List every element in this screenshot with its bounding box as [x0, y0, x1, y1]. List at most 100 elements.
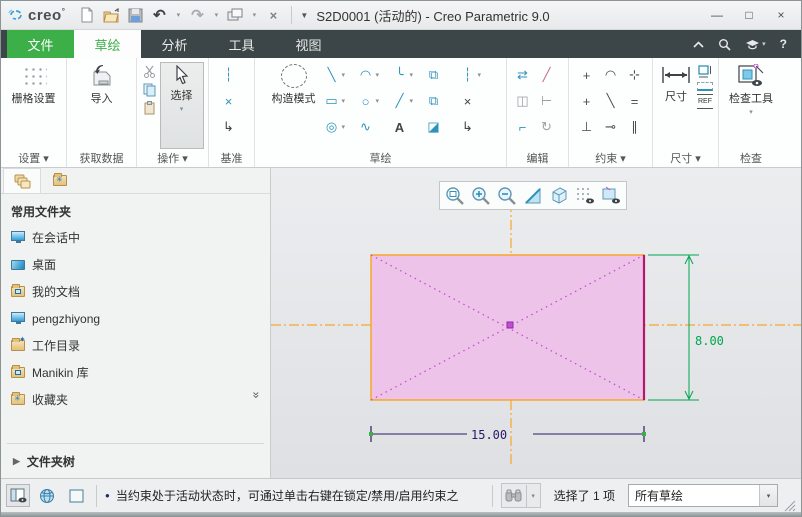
symmetric-constraint[interactable]: ⊸ [599, 119, 623, 135]
line-chain-tool[interactable]: ╲ ▾ [323, 64, 353, 86]
tab-file[interactable]: 文件 [7, 30, 74, 58]
cut-button[interactable] [142, 64, 158, 79]
refit-button[interactable] [443, 184, 467, 207]
full-screen-toggle-button[interactable] [64, 484, 88, 507]
grid-settings-button[interactable]: 栅格设置 [9, 62, 59, 149]
tangent-constraint[interactable]: ◠ [599, 67, 623, 83]
group-label-constrain[interactable]: 约束 ▾ [569, 150, 652, 166]
close-button[interactable]: × [767, 5, 795, 25]
graphics-area[interactable]: 8.00 15.00 [271, 168, 801, 478]
divide-tool[interactable]: ⊢ [538, 93, 556, 109]
show-more-chevron[interactable]: » [250, 392, 264, 399]
sketch-display-button[interactable] [599, 184, 623, 207]
inspect-dropdown[interactable]: ▾ [749, 108, 753, 116]
nav-item-my-documents[interactable]: 我的文档 [1, 278, 270, 305]
import-button[interactable]: 导入 [86, 62, 118, 149]
tab-view[interactable]: 视图 [275, 30, 342, 58]
redo-dropdown[interactable]: ▾ [211, 5, 221, 25]
mirror-tool[interactable]: ◫ [514, 93, 532, 109]
thicken-tool[interactable]: ⧉ [425, 90, 455, 112]
display-style-button[interactable] [547, 184, 571, 207]
nav-item-favorites[interactable]: ✳ 收藏夹 [1, 386, 270, 413]
nav-item-in-session[interactable]: 在会话中 [1, 224, 270, 251]
grid-display-button[interactable] [573, 184, 597, 207]
spline-tool[interactable]: ∿ [357, 116, 387, 138]
navigator-toggle-button[interactable] [6, 484, 30, 507]
zoom-in-button[interactable] [469, 184, 493, 207]
new-file-button[interactable] [77, 5, 97, 25]
find-button[interactable] [502, 484, 526, 507]
arc-tool[interactable]: ◠ ▾ [357, 64, 387, 86]
center-point-marker[interactable] [506, 321, 514, 329]
centerline-sketch-tool[interactable]: ┆ ▾ [459, 64, 489, 86]
midpoint-constraint[interactable]: ⊹ [623, 67, 647, 83]
learning-dropdown[interactable]: ▾ [762, 40, 766, 48]
nav-item-manikin-library[interactable]: Manikin 库 [1, 359, 270, 386]
find-dropdown[interactable]: ▾ [525, 484, 540, 507]
inspect-tools-button[interactable]: 检查工具 ▾ [726, 62, 776, 149]
tab-folder-browser[interactable] [3, 168, 41, 193]
save-button[interactable] [125, 5, 145, 25]
undo-button[interactable]: ↶ [149, 5, 169, 25]
repaint-button[interactable] [521, 184, 545, 207]
select-dropdown[interactable]: ▾ [180, 105, 184, 113]
delete-segment-tool[interactable]: ╱ [538, 67, 556, 83]
group-label-settings[interactable]: 设置 ▾ [1, 150, 66, 166]
sketch-drawing[interactable]: 8.00 15.00 [271, 168, 801, 478]
height-dimension[interactable]: 8.00 [648, 254, 724, 401]
help-button[interactable]: ? [780, 37, 787, 51]
undo-dropdown[interactable]: ▾ [173, 5, 183, 25]
open-file-button[interactable] [101, 5, 121, 25]
perimeter-dimension-tool[interactable] [697, 82, 713, 91]
select-button[interactable]: 选择 ▾ [159, 62, 204, 149]
window-switch-dropdown[interactable]: ▾ [249, 5, 259, 25]
baseline-dimension-tool[interactable]: REF [697, 94, 713, 109]
perpendicular-constraint[interactable]: ⊥ [575, 119, 599, 135]
point-tool[interactable]: × [220, 94, 238, 109]
paste-button[interactable] [142, 100, 158, 115]
selection-filter-combobox[interactable]: 所有草绘 ▾ [628, 484, 778, 507]
group-label-operations[interactable]: 操作 ▾ [137, 150, 208, 166]
equal-constraint[interactable]: = [623, 94, 647, 109]
maximize-button[interactable]: □ [735, 5, 763, 25]
point-sketch-tool[interactable]: × [459, 90, 489, 112]
corner-tool[interactable]: ⌐ [514, 120, 532, 135]
rectangle-tool[interactable]: ▭ ▾ [323, 90, 353, 112]
group-label-dimension[interactable]: 尺寸 ▾ [653, 150, 718, 166]
vertical-constraint[interactable]: + [575, 68, 599, 83]
window-switch-button[interactable] [225, 5, 245, 25]
cs-sketch-tool[interactable]: ↳ [459, 116, 489, 138]
width-dimension[interactable]: 15.00 [369, 426, 646, 442]
zoom-out-button[interactable] [495, 184, 519, 207]
centerline-tool[interactable]: ┆ [220, 67, 238, 83]
fill-tool[interactable]: ◪ [425, 116, 455, 138]
horizontal-constraint[interactable]: + [575, 94, 599, 109]
rotate-resize-tool[interactable]: ↻ [538, 119, 556, 135]
folder-tree-expand-icon[interactable]: ▶ [13, 456, 20, 467]
dimension-box-tool[interactable] [697, 64, 713, 79]
tab-favorites[interactable]: ✳ [41, 168, 79, 193]
title-dropdown[interactable]: ▼ [300, 11, 308, 20]
modify-tool[interactable]: ⇄ [514, 67, 532, 83]
tab-tools[interactable]: 工具 [208, 30, 275, 58]
browser-toggle-button[interactable] [35, 484, 59, 507]
collapse-ribbon-button[interactable] [693, 40, 704, 48]
text-tool[interactable]: A [391, 116, 421, 138]
minimize-button[interactable]: — [703, 5, 731, 25]
selection-filter-dropdown[interactable]: ▾ [759, 485, 777, 506]
nav-item-computer[interactable]: pengzhiyong [1, 305, 270, 332]
construction-mode-button[interactable]: 构造模式 [269, 62, 319, 149]
nav-item-desktop[interactable]: 桌面 [1, 251, 270, 278]
coordinate-system-tool[interactable]: ↳ [220, 119, 238, 135]
offset-tool[interactable]: ⧉ [425, 64, 455, 86]
learning-connector-button[interactable]: ▾ [745, 39, 766, 50]
parallel-constraint[interactable]: ∥ [623, 119, 647, 135]
coincident-constraint[interactable]: ╲ [599, 93, 623, 109]
circle-tool[interactable]: ◎ ▾ [323, 116, 353, 138]
dimension-button[interactable]: 尺寸 [658, 62, 694, 149]
tab-sketch[interactable]: 草绘 [74, 30, 141, 58]
ellipse-tool[interactable]: ○ ▾ [357, 90, 387, 112]
tab-analysis[interactable]: 分析 [141, 30, 208, 58]
chamfer-tool[interactable]: ╱ ▾ [391, 90, 421, 112]
redo-button[interactable]: ↷ [187, 5, 207, 25]
